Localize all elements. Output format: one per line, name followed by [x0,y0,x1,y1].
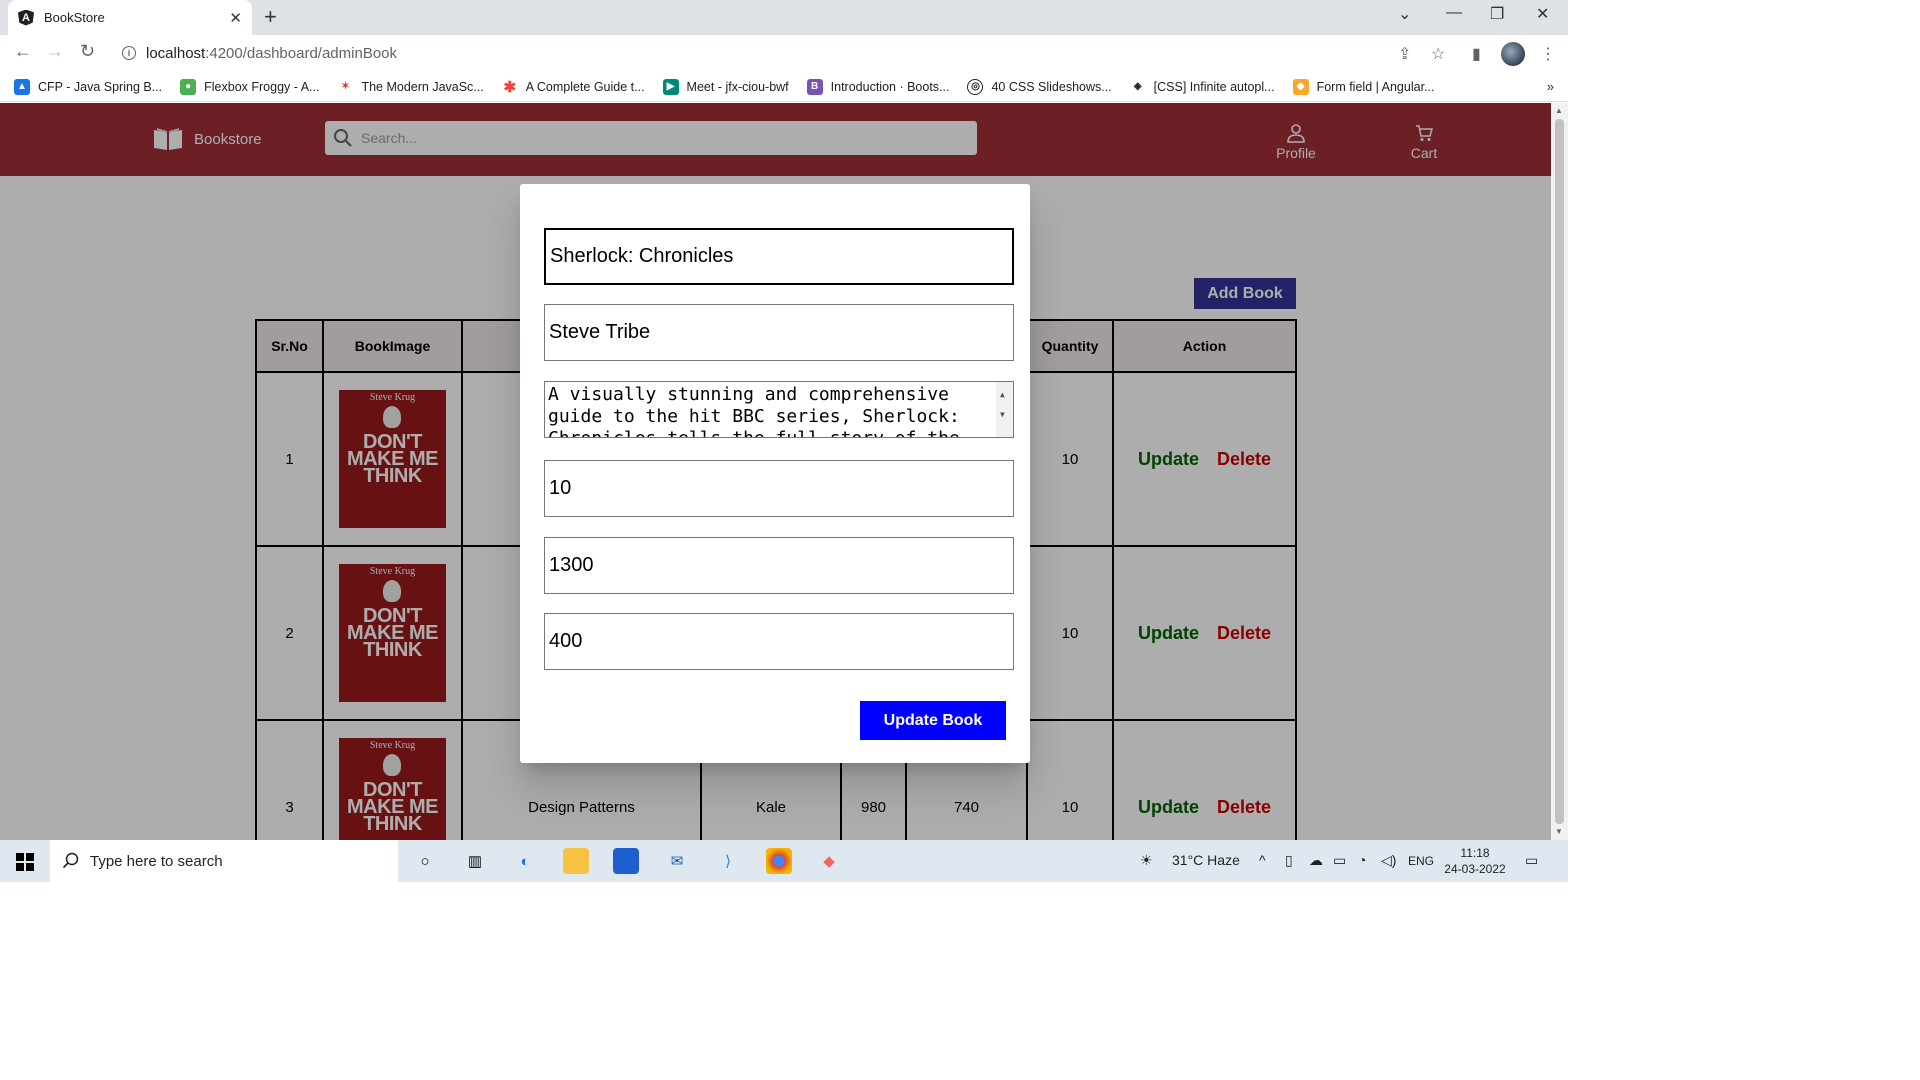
description-scrollbar[interactable]: ▲ ▼ [996,382,1013,437]
browser-tab-strip: A BookStore ✕ + ⌄ — ❐ ✕ [0,0,1568,35]
store-icon[interactable] [613,848,639,874]
language-indicator[interactable]: ENG [1408,854,1434,868]
chrome-icon[interactable] [766,848,792,874]
tab-search-icon[interactable]: ⌄ [1398,4,1411,24]
windows-taskbar: Type here to search ○ ▥ ◐ ✉ ⟩ ◆ ☀ 31°C H… [0,840,1568,882]
new-tab-icon[interactable]: + [264,4,277,30]
file-explorer-icon[interactable] [563,848,589,874]
search-icon [62,852,79,869]
update-book-button[interactable]: Update Book [860,701,1006,740]
discount-price-field[interactable]: 400 [544,613,1014,670]
page-viewport: Bookstore Search... Profile Cart Add Boo… [0,103,1551,840]
url-path: :4200/dashboard/adminBook [205,44,398,62]
js-icon: ✶ [337,78,354,95]
bookmark-item[interactable]: B Introduction · Boots... [806,78,949,95]
cortana-icon[interactable]: ○ [412,848,438,874]
close-window-icon[interactable]: ✕ [1536,4,1549,24]
mail-icon[interactable]: ✉ [664,848,690,874]
clock[interactable]: 11:18 24-03-2022 [1440,845,1510,877]
frog-icon: ● [180,78,197,95]
page-scrollbar[interactable]: ▲ ▼ [1551,103,1568,840]
bookmark-item[interactable]: ✱ A Complete Guide t... [501,78,645,96]
browser-tab[interactable]: A BookStore ✕ [8,0,252,35]
bookmark-star-icon[interactable]: ☆ [1431,44,1445,64]
edge-icon[interactable]: ◐ [512,848,538,874]
onedrive-icon[interactable]: ☁ [1309,852,1323,869]
tab-title: BookStore [44,10,105,25]
description-field[interactable]: A visually stunning and comprehensive gu… [544,381,1014,438]
bootstrap-icon: B [806,78,823,95]
taskbar-search-placeholder: Type here to search [90,852,223,870]
windows-start-icon[interactable] [16,853,34,871]
taskbar-search[interactable]: Type here to search [50,840,398,882]
device-icon[interactable]: ▯ [1285,852,1293,869]
author-field[interactable]: Steve Tribe [544,304,1014,361]
star-icon: ✱ [501,78,518,96]
battery-icon[interactable]: ▭ [1333,852,1346,869]
scroll-up-icon[interactable]: ▲ [1555,106,1563,115]
codepen-icon: ◈ [1129,78,1146,95]
weather-icon[interactable]: ☀ [1140,852,1153,869]
menu-icon[interactable]: ⋮ [1540,44,1556,64]
notification-icon[interactable]: ▭ [1525,852,1538,869]
tray-chevron-icon[interactable]: ^ [1259,852,1266,868]
bookmarks-bar: ▲ CFP - Java Spring B... ● Flexbox Froggy … [0,72,1568,102]
person-icon: ▲ [14,78,30,95]
volume-icon[interactable]: ◁) [1381,852,1396,869]
book-name-field[interactable]: Sherlock: Chronicles [544,228,1014,285]
site-info-icon[interactable]: i [122,46,136,60]
profile-avatar[interactable] [1501,42,1525,66]
task-view-icon[interactable]: ▥ [462,848,488,874]
scroll-down-icon[interactable]: ▼ [1000,404,1005,426]
scroll-down-icon[interactable]: ▼ [1555,827,1563,836]
update-book-dialog: Sherlock: Chronicles Steve Tribe A visua… [520,184,1030,763]
clock-date: 24-03-2022 [1444,862,1506,876]
clock-time: 11:18 [1460,846,1490,860]
minimize-icon[interactable]: — [1446,4,1462,22]
vscode-icon[interactable]: ⟩ [715,848,741,874]
bookmark-item[interactable]: ▶ Meet - jfx-ciou-bwf [662,78,789,95]
codepen-icon: ◎ [967,78,984,95]
price-field[interactable]: 1300 [544,537,1014,594]
maximize-icon[interactable]: ❐ [1490,4,1504,24]
scroll-up-icon[interactable]: ▲ [1000,384,1005,406]
bookmark-item[interactable]: ◆ Form field | Angular... [1292,78,1434,95]
git-icon[interactable]: ◆ [816,848,842,874]
bookmark-item[interactable]: ● Flexbox Froggy - A... [180,78,319,95]
forward-icon[interactable]: → [46,41,64,62]
angular-icon: A [18,9,34,26]
bookmark-item[interactable]: ▲ CFP - Java Spring B... [14,78,162,95]
description-text: A visually stunning and comprehensive gu… [548,384,960,437]
meet-icon: ▶ [662,78,679,95]
bookmark-item[interactable]: ✶ The Modern JavaSc... [337,78,484,95]
shield-icon: ◆ [1292,78,1309,95]
address-bar[interactable]: i localhost:4200/dashboard/adminBook [110,38,1470,68]
wifi-icon[interactable]: ◔ [1358,852,1366,868]
browser-toolbar: ← → ↻ i localhost:4200/dashboard/adminBo… [0,35,1568,72]
reload-icon[interactable]: ↻ [80,41,95,62]
url-host: localhost [146,44,206,62]
bookmark-item[interactable]: ◈ [CSS] Infinite autopl... [1129,78,1275,95]
quantity-field[interactable]: 10 [544,460,1014,517]
weather-text[interactable]: 31°C Haze [1172,852,1240,868]
share-icon[interactable]: ⇪ [1398,44,1411,64]
back-icon[interactable]: ← [14,41,32,62]
more-bookmarks-icon[interactable]: » [1547,79,1554,94]
close-tab-icon[interactable]: ✕ [229,9,242,27]
scrollbar-thumb[interactable] [1555,119,1564,824]
side-panel-icon[interactable]: ▮ [1472,44,1481,64]
bookmark-item[interactable]: ◎ 40 CSS Slideshows... [967,78,1112,95]
